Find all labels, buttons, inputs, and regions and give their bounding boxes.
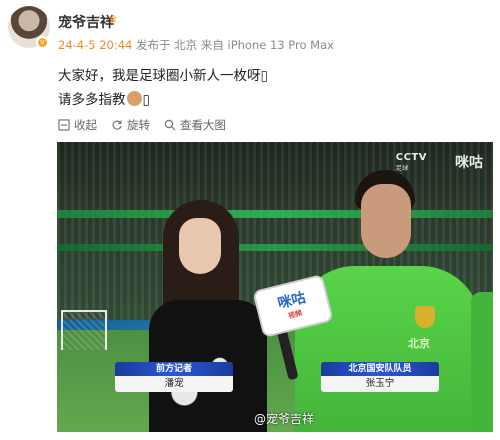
caption-title: 前方记者 (115, 362, 233, 376)
rotate-label: 旋转 (127, 118, 150, 132)
post-image[interactable]: CCTV 足球 咪咕 北京 咪咕 视频 前方记者 潘宠 北京国安队队员 张玉宁 … (57, 142, 493, 432)
caption-reporter: 前方记者 潘宠 (115, 362, 233, 392)
reporter-face (179, 218, 221, 274)
missing-glyph: ▯ (142, 92, 150, 108)
goal-net (61, 310, 107, 350)
magnify-icon (164, 119, 176, 131)
collapse-label: 收起 (74, 118, 97, 132)
caption-title: 北京国安队队员 (321, 362, 439, 376)
view-large-button[interactable]: 查看大图 (164, 117, 226, 133)
player-face (361, 184, 411, 258)
missing-glyph: ▯ (260, 68, 268, 84)
collapse-icon (58, 119, 70, 131)
view-large-label: 查看大图 (180, 118, 226, 132)
migu-logo: 咪咕 (455, 155, 483, 171)
post-text: 请多多指教 (58, 92, 126, 108)
watermark: @宠爷吉祥 (254, 412, 315, 426)
post-meta: 24-4-5 20:44 发布于 北京 来自 iPhone 13 Pro Max (58, 37, 334, 53)
post-source: 发布于 北京 来自 iPhone 13 Pro Max (136, 38, 334, 52)
post-time[interactable]: 24-4-5 20:44 (58, 38, 132, 52)
image-actions: 收起 旋转 查看大图 (58, 117, 226, 133)
club-crest-icon (415, 306, 435, 328)
post-text: 大家好，我是足球圈小新人一枚呀 (58, 68, 261, 84)
dog-emoji-icon (126, 91, 142, 106)
post-text-line1: 大家好，我是足球圈小新人一枚呀▯ (58, 64, 268, 84)
caption-name: 潘宠 (115, 376, 233, 392)
collapse-button[interactable]: 收起 (58, 117, 97, 133)
rotate-button[interactable]: 旋转 (111, 117, 150, 133)
post-text-line2: 请多多指教 ▯ (58, 88, 150, 108)
jersey-text: 北京 (408, 337, 430, 350)
background-player (471, 292, 493, 432)
reporter-figure (149, 200, 267, 432)
caption-player: 北京国安队队员 张玉宁 (321, 362, 439, 392)
cctv-logo-text: CCTV (395, 152, 427, 163)
crown-icon: ♛ (108, 13, 118, 26)
cctv-logo: CCTV 足球 (396, 152, 427, 172)
rotate-icon (112, 120, 122, 130)
verified-badge-icon: v (36, 36, 49, 49)
caption-name: 张玉宁 (321, 376, 439, 392)
username[interactable]: 宠爷吉祥 (58, 12, 114, 32)
